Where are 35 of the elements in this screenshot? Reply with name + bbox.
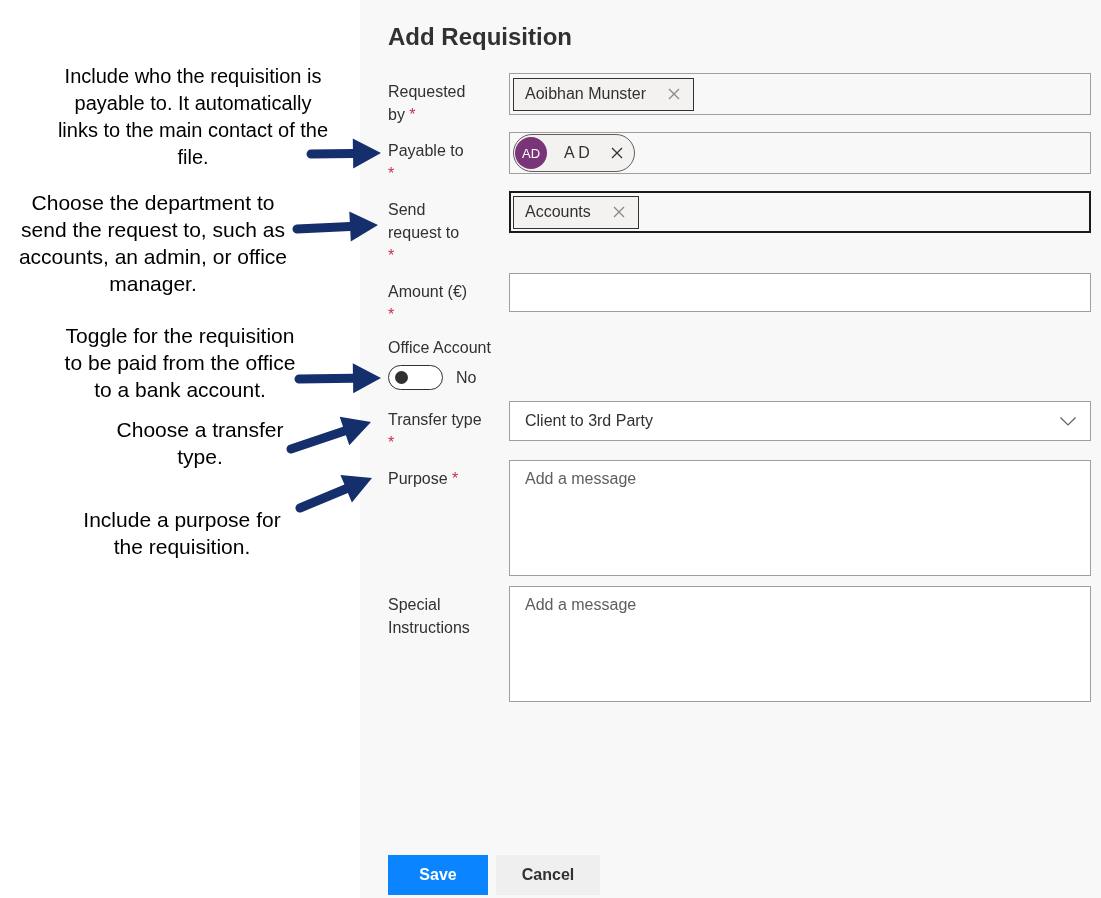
field-label: Send request to * xyxy=(388,200,461,266)
transfer-type-dropdown[interactable]: Client to 3rd Party xyxy=(509,401,1091,441)
annotation-text: Include a purpose for the requisition. xyxy=(82,507,282,560)
avatar-initials: AD xyxy=(515,137,547,169)
field-label: Purpose * xyxy=(388,469,460,489)
field-label: Payable to * xyxy=(388,141,465,184)
close-icon[interactable] xyxy=(610,147,623,159)
field-label: Requested by * xyxy=(388,82,467,125)
cancel-button[interactable]: Cancel xyxy=(496,855,600,895)
field-label: Transfer type * xyxy=(388,410,482,453)
people-picker-field[interactable]: Accounts xyxy=(509,191,1091,233)
field-label: Amount (€) * xyxy=(388,282,469,325)
field-label: Special Instructions xyxy=(388,595,471,638)
people-picker-field[interactable]: AD A D xyxy=(509,132,1091,174)
selected-tag[interactable]: Aoibhan Munster xyxy=(513,77,694,111)
message-textarea[interactable]: Add a message xyxy=(509,586,1091,702)
toggle-switch[interactable] xyxy=(388,365,443,390)
annotation-text: Choose a transfer type. xyxy=(115,417,285,470)
people-picker-field[interactable]: Aoibhan Munster xyxy=(509,73,1091,115)
person-chip[interactable]: AD A D xyxy=(513,134,635,172)
form-title: Add Requisition xyxy=(388,22,573,52)
annotation-text: Toggle for the requisition to be paid from the office to a bank account. xyxy=(63,323,297,403)
chevron-down-icon xyxy=(1060,416,1076,426)
toggle-state-label: No xyxy=(456,368,477,387)
tag-label: Aoibhan Munster xyxy=(525,85,646,103)
annotation-text: Include who the requisition is payable to. It automatically links to the main contact of the file. xyxy=(56,64,330,170)
amount-input[interactable] xyxy=(509,273,1091,312)
dropdown-value: Client to 3rd Party xyxy=(525,412,654,430)
message-textarea[interactable]: Add a message xyxy=(509,460,1091,576)
tag-label: Accounts xyxy=(525,203,591,221)
person-name: A D xyxy=(564,144,590,162)
annotation-text: Choose the department to send the request to, such as accounts, an admin, or office manager. xyxy=(17,190,289,297)
field-label: Office Account xyxy=(388,338,491,358)
save-button[interactable]: Save xyxy=(388,855,488,895)
selected-tag[interactable]: Accounts xyxy=(513,195,639,229)
